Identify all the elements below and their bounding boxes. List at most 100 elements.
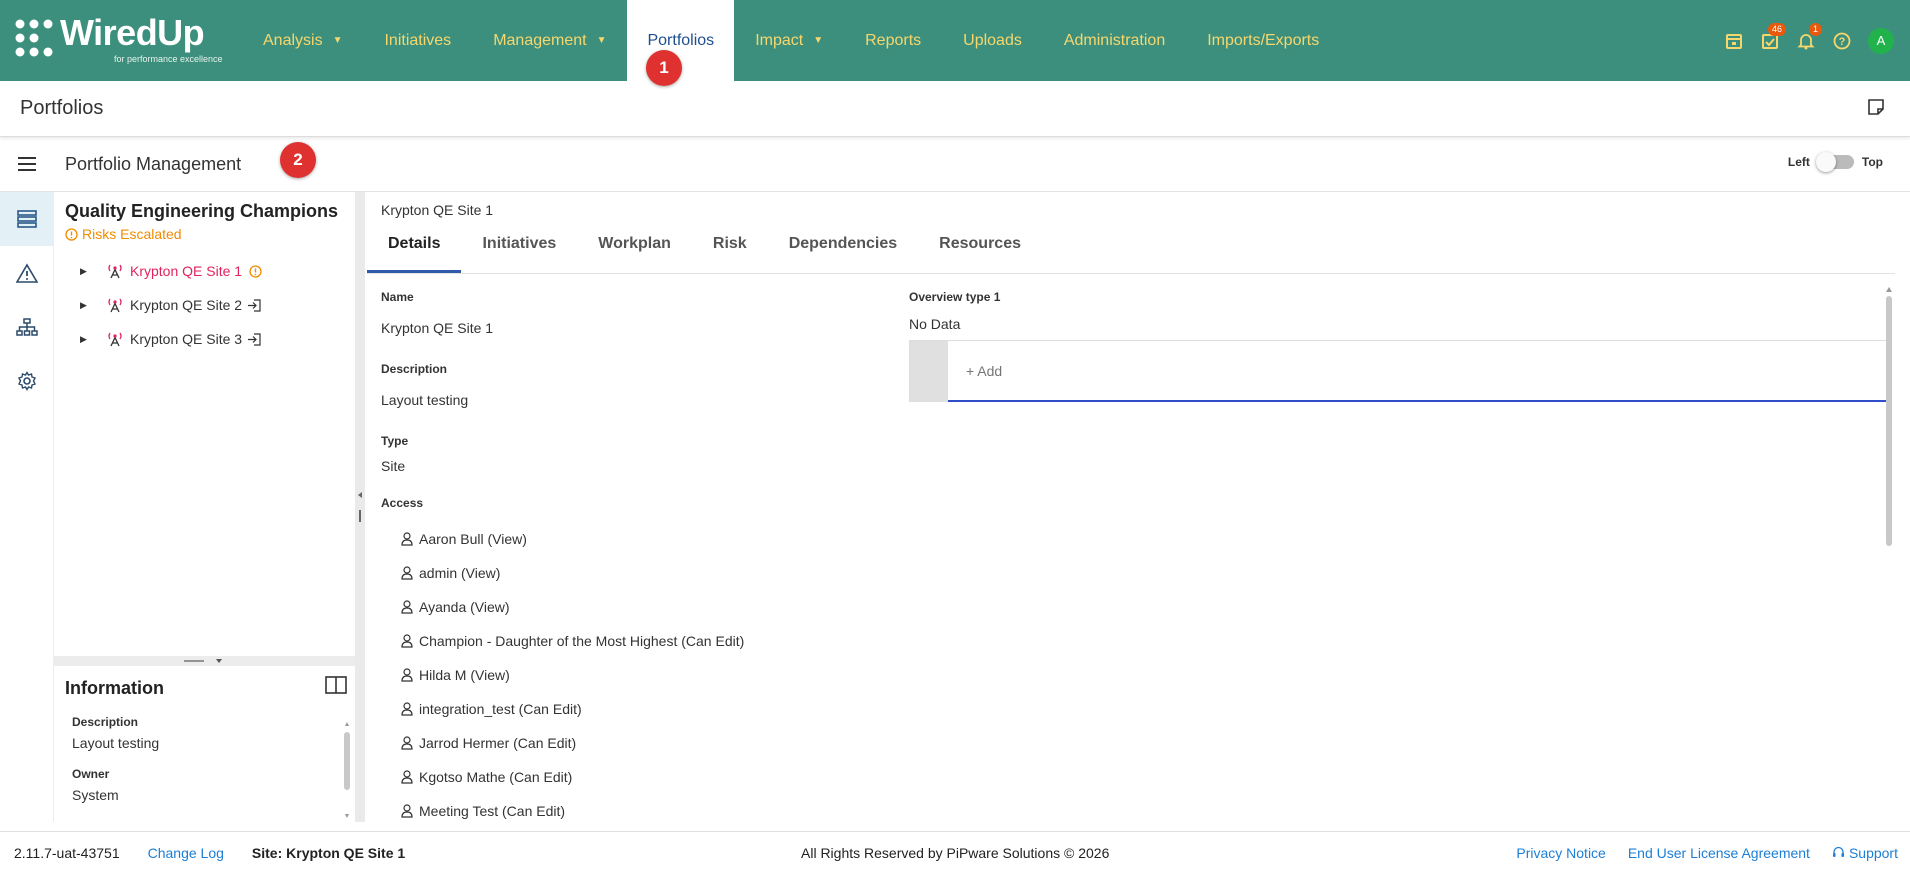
overview-value: No Data bbox=[909, 316, 961, 332]
caret-down-icon: ▼ bbox=[332, 35, 343, 46]
hierarchy-button[interactable] bbox=[0, 300, 54, 354]
information-panel: Information Description Layout testing O… bbox=[54, 666, 355, 823]
nav-item-initiatives[interactable]: Initiatives bbox=[363, 0, 472, 81]
access-user: Kgotso Mathe (Can Edit) bbox=[419, 769, 573, 785]
nav-item-label: Management bbox=[493, 31, 587, 49]
user-icon bbox=[401, 668, 413, 682]
nav-item-label: Reports bbox=[865, 31, 922, 49]
login-arrow-icon bbox=[248, 332, 261, 346]
logo-brand-text: WiredUp bbox=[60, 12, 205, 53]
tasks-button[interactable]: 46 bbox=[1752, 21, 1788, 61]
nav-item-management[interactable]: Management ▼ bbox=[472, 0, 627, 81]
notifications-badge: 1 bbox=[1808, 22, 1822, 36]
nav-utility-icons: 46 1 ? A bbox=[1716, 0, 1910, 81]
panel-resize-handle[interactable] bbox=[54, 656, 355, 666]
tab-risk[interactable]: Risk bbox=[692, 235, 768, 273]
current-site-label: Site: Krypton QE Site 1 bbox=[251, 844, 406, 861]
list-item: Hilda M (View) bbox=[401, 658, 901, 692]
user-avatar[interactable]: A bbox=[1868, 27, 1894, 54]
toggle-left-label: Left bbox=[1787, 155, 1810, 169]
overview-column: Overview type 1 No Data bbox=[909, 290, 1889, 402]
privacy-notice-link[interactable]: Privacy Notice bbox=[1516, 845, 1605, 861]
expand-arrow-icon[interactable]: ▶ bbox=[80, 334, 106, 345]
settings-button[interactable] bbox=[0, 354, 54, 408]
risks-button[interactable] bbox=[0, 246, 54, 300]
tab-resources[interactable]: Resources bbox=[918, 235, 1042, 273]
panel-layout-icon[interactable] bbox=[325, 676, 347, 694]
hamburger-line bbox=[18, 163, 36, 165]
user-icon bbox=[401, 566, 413, 580]
type-label: Type bbox=[381, 434, 409, 448]
description-label: Description bbox=[381, 362, 448, 376]
login-arrow-icon bbox=[248, 298, 261, 312]
nav-item-analysis[interactable]: Analysis ▼ bbox=[242, 0, 363, 81]
user-icon bbox=[401, 634, 413, 648]
list-item: Kgotso Mathe (Can Edit) bbox=[401, 760, 901, 794]
tree-node-label: Krypton QE Site 1 bbox=[130, 263, 243, 279]
eula-link[interactable]: End User License Agreement bbox=[1628, 845, 1810, 861]
access-user: Hilda M (View) bbox=[419, 667, 510, 683]
list-item: Jarrod Hermer (Can Edit) bbox=[401, 726, 901, 760]
tab-dependencies[interactable]: Dependencies bbox=[768, 235, 918, 273]
help-button[interactable]: ? bbox=[1824, 21, 1860, 61]
breadcrumb: Krypton QE Site 1 bbox=[381, 202, 494, 218]
tasks-badge: 46 bbox=[1767, 22, 1786, 36]
notifications-button[interactable]: 1 bbox=[1788, 21, 1824, 61]
page-header: Portfolios bbox=[0, 81, 1910, 137]
menu-toggle-button[interactable] bbox=[18, 157, 36, 171]
tree-node-krypton-qe-site-3[interactable]: ▶ Krypton QE Site 3 bbox=[80, 322, 355, 356]
change-log-link[interactable]: Change Log bbox=[148, 845, 224, 861]
add-box-gutter bbox=[910, 341, 948, 402]
list-item: admin (View) bbox=[401, 556, 901, 590]
layout-toggle-switch[interactable] bbox=[1815, 152, 1854, 172]
logo-dots-icon bbox=[15, 19, 53, 57]
caret-down-icon: ▼ bbox=[813, 35, 824, 46]
tree-node-label: Krypton QE Site 2 bbox=[130, 297, 243, 313]
user-icon bbox=[401, 804, 413, 818]
site-antenna-icon bbox=[108, 298, 122, 313]
nav-item-impact[interactable]: Impact ▼ bbox=[734, 0, 844, 81]
risk-status-label: Risks Escalated bbox=[82, 226, 182, 242]
info-scrollbar[interactable] bbox=[343, 720, 351, 820]
user-icon bbox=[401, 532, 413, 546]
tab-initiatives[interactable]: Initiatives bbox=[461, 235, 577, 273]
nav-item-imports-exports[interactable]: Imports/Exports bbox=[1186, 0, 1340, 81]
nav-item-label: Initiatives bbox=[384, 31, 452, 49]
portfolio-list-button[interactable] bbox=[0, 192, 54, 246]
nav-item-label: Impact bbox=[755, 31, 804, 49]
layout-toggle-group: Left Top bbox=[1787, 152, 1883, 172]
access-user: admin (View) bbox=[419, 565, 501, 581]
add-overview-input[interactable] bbox=[948, 341, 1888, 402]
hamburger-line bbox=[18, 157, 36, 159]
expand-arrow-icon[interactable]: ▶ bbox=[80, 266, 106, 277]
user-icon bbox=[401, 600, 413, 614]
nav-item-label: Administration bbox=[1063, 31, 1166, 49]
tree-node-krypton-qe-site-1[interactable]: ▶ Krypton QE Site 1 bbox=[80, 254, 355, 288]
wiredup-logo[interactable]: WiredUp for performance excellence bbox=[12, 0, 242, 81]
site-antenna-icon bbox=[108, 332, 122, 347]
note-icon[interactable] bbox=[1866, 97, 1886, 117]
calendar-button[interactable] bbox=[1716, 21, 1752, 61]
nav-item-administration[interactable]: Administration bbox=[1043, 0, 1186, 81]
main-content: Krypton QE Site 1 Details Initiatives Wo… bbox=[365, 192, 1895, 822]
expand-arrow-icon[interactable]: ▶ bbox=[80, 300, 106, 311]
top-navigation-bar: WiredUp for performance excellence Analy… bbox=[0, 0, 1910, 81]
tree-node-krypton-qe-site-2[interactable]: ▶ Krypton QE Site 2 bbox=[80, 288, 355, 322]
content-scrollbar[interactable] bbox=[1883, 284, 1895, 814]
footer: 2.11.7-uat-43751 Change Log Site: Krypto… bbox=[0, 831, 1910, 873]
nav-item-reports[interactable]: Reports bbox=[844, 0, 942, 81]
info-description-value: Layout testing bbox=[72, 735, 160, 751]
access-user: Ayanda (View) bbox=[419, 599, 510, 615]
support-headset-icon bbox=[1832, 846, 1844, 857]
support-link[interactable]: Support bbox=[1832, 845, 1898, 861]
tab-workplan[interactable]: Workplan bbox=[577, 235, 692, 273]
warning-circle-icon bbox=[65, 227, 78, 241]
side-icon-bar bbox=[0, 192, 54, 822]
tab-details[interactable]: Details bbox=[367, 235, 462, 273]
nav-item-uploads[interactable]: Uploads bbox=[942, 0, 1043, 81]
panel-divider[interactable] bbox=[355, 192, 365, 822]
access-label: Access bbox=[381, 496, 424, 510]
risk-status: Risks Escalated bbox=[65, 226, 355, 242]
logo-tagline: for performance excellence bbox=[114, 54, 223, 64]
name-label: Name bbox=[381, 290, 414, 304]
